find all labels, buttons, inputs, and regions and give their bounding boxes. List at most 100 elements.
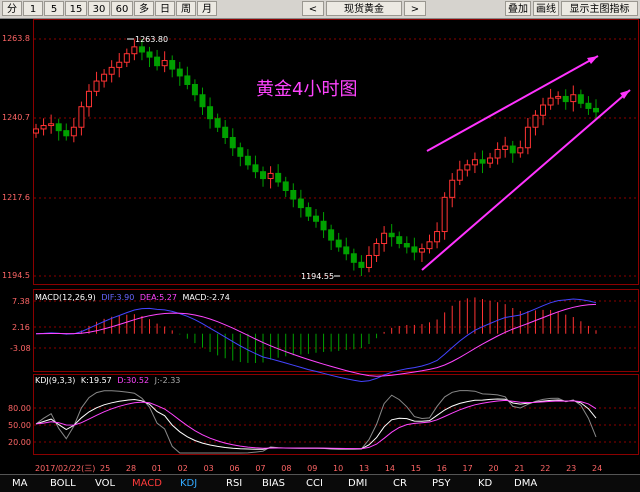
period-15min-button[interactable]: 15 [65, 1, 87, 16]
candle-body [297, 198, 304, 209]
candle-body [123, 53, 130, 63]
period-week-button[interactable]: 周 [176, 1, 196, 16]
candle-body [494, 148, 501, 159]
tab-kd[interactable]: KD [478, 477, 492, 490]
candle-body [547, 97, 554, 106]
macd-tick-label: 7.38 [12, 297, 30, 306]
candle-body [290, 190, 297, 200]
candle-body [577, 94, 584, 104]
candle-body [562, 95, 569, 103]
period-minute-button[interactable]: 分 [2, 1, 22, 16]
candlestick-series [33, 39, 599, 276]
kdj-tick-label: 80.00 [8, 404, 31, 413]
date-tick-label: 23 [566, 464, 576, 473]
price-tick-label: 1263.8 [2, 34, 30, 43]
candle-body [244, 155, 251, 166]
period-multi-button[interactable]: 多 [134, 1, 154, 16]
candle-body [426, 241, 433, 250]
upper-trend-line [426, 55, 599, 152]
candle-body [305, 207, 312, 217]
price-tick-label: 1217.6 [2, 193, 30, 202]
candle-body [40, 125, 47, 130]
candle-body [373, 243, 380, 256]
draw-line-button[interactable]: 画线 [533, 1, 559, 16]
candle-body [191, 83, 198, 96]
low-label: 1194.55 [301, 272, 334, 281]
macd-histogram-value: MACD:-2.74 [182, 293, 229, 302]
upper-trend-arrowhead [587, 56, 598, 64]
date-tick-label: 14 [385, 464, 395, 473]
candle-body [116, 61, 123, 68]
tab-boll[interactable]: BOLL [50, 477, 76, 490]
indicator-tab-bar: MA BOLL VOL MACD KDJ RSI BIAS CCI DMI CR… [0, 474, 640, 492]
tab-psy[interactable]: PSY [432, 477, 451, 490]
candle-body [570, 94, 577, 103]
next-symbol-button[interactable]: > [404, 1, 426, 16]
candle-body [411, 246, 418, 253]
tab-dma[interactable]: DMA [514, 477, 537, 490]
date-axis: 25 28 01 02 03 06 07 08 09 10 13 14 15 16 17 20 21 22 23 24 [100, 464, 602, 473]
candle-body [33, 128, 39, 134]
candle-body [335, 239, 342, 248]
candle-body [555, 95, 562, 99]
date-tick-label: 03 [204, 464, 214, 473]
candle-body [138, 46, 145, 53]
tab-dmi[interactable]: DMI [348, 477, 367, 490]
date-tick-label: 06 [229, 464, 239, 473]
tab-cr[interactable]: CR [393, 477, 407, 490]
period-60min-button[interactable]: 60 [111, 1, 133, 16]
macd-tick-label: -3.08 [10, 344, 31, 353]
candle-body [517, 147, 524, 154]
period-1min-button[interactable]: 1 [23, 1, 43, 16]
candle-body [479, 159, 486, 164]
period-month-button[interactable]: 月 [197, 1, 217, 16]
price-chart: 1263.8 1240.7 1217.6 1194.5 7.38 2.16 -3… [2, 19, 639, 473]
overlay-button[interactable]: 叠加 [505, 1, 531, 16]
candle-body [222, 126, 229, 138]
candle-body [593, 107, 599, 113]
kdj-legend: KDJ(9,3,3) K:19.57 D:30.52 J:-2.33 [35, 376, 180, 385]
show-main-indicator-button[interactable]: 显示主图指标 [561, 1, 638, 16]
tab-kdj[interactable]: KDJ [180, 477, 197, 490]
date-tick-label: 10 [333, 464, 343, 473]
candle-body [161, 60, 168, 67]
candle-body [85, 90, 92, 108]
candle-body [93, 80, 100, 92]
date-tick-label: 22 [540, 464, 550, 473]
tab-vol[interactable]: VOL [95, 477, 115, 490]
candle-body [169, 60, 176, 70]
tab-rsi[interactable]: RSI [226, 477, 242, 490]
macd-histogram [43, 297, 597, 363]
period-5min-button[interactable]: 5 [44, 1, 64, 16]
date-tick-label: 08 [281, 464, 291, 473]
date-tick-label: 02 [178, 464, 188, 473]
tab-ma[interactable]: MA [12, 477, 27, 490]
tab-macd[interactable]: MACD [132, 477, 162, 490]
candle-body [585, 102, 592, 109]
tab-bias[interactable]: BIAS [262, 477, 285, 490]
price-tick-label: 1240.7 [2, 113, 30, 122]
candle-body [509, 145, 516, 154]
tab-cci[interactable]: CCI [306, 477, 323, 490]
date-tick-label: 15 [411, 464, 421, 473]
macd-tick-label: 2.16 [12, 323, 30, 332]
top-toolbar: 分 1 5 15 30 60 多 日 周 月 < 现货黄金 > 叠加 画线 显示… [0, 0, 640, 19]
candle-body [441, 196, 448, 233]
kdj-tick-label: 50.00 [8, 421, 31, 430]
date-tick-label: 16 [437, 464, 447, 473]
candle-body [396, 236, 403, 245]
macd-params: MACD(12,26,9) [35, 293, 96, 302]
date-start-label: 2017/02/22(三) [35, 464, 95, 473]
candle-body [365, 254, 372, 268]
period-day-button[interactable]: 日 [155, 1, 175, 16]
candle-body [260, 171, 267, 180]
date-tick-label: 28 [126, 464, 136, 473]
macd-legend: MACD(12,26,9) DIF:3.90 DEA:5.27 MACD:-2.… [35, 293, 230, 302]
period-30min-button[interactable]: 30 [88, 1, 110, 16]
prev-symbol-button[interactable]: < [302, 1, 324, 16]
kdj-d-value: D:30.52 [117, 376, 149, 385]
candle-body [487, 157, 494, 164]
candle-body [540, 104, 547, 116]
date-tick-label: 13 [359, 464, 369, 473]
candle-body [199, 94, 206, 108]
